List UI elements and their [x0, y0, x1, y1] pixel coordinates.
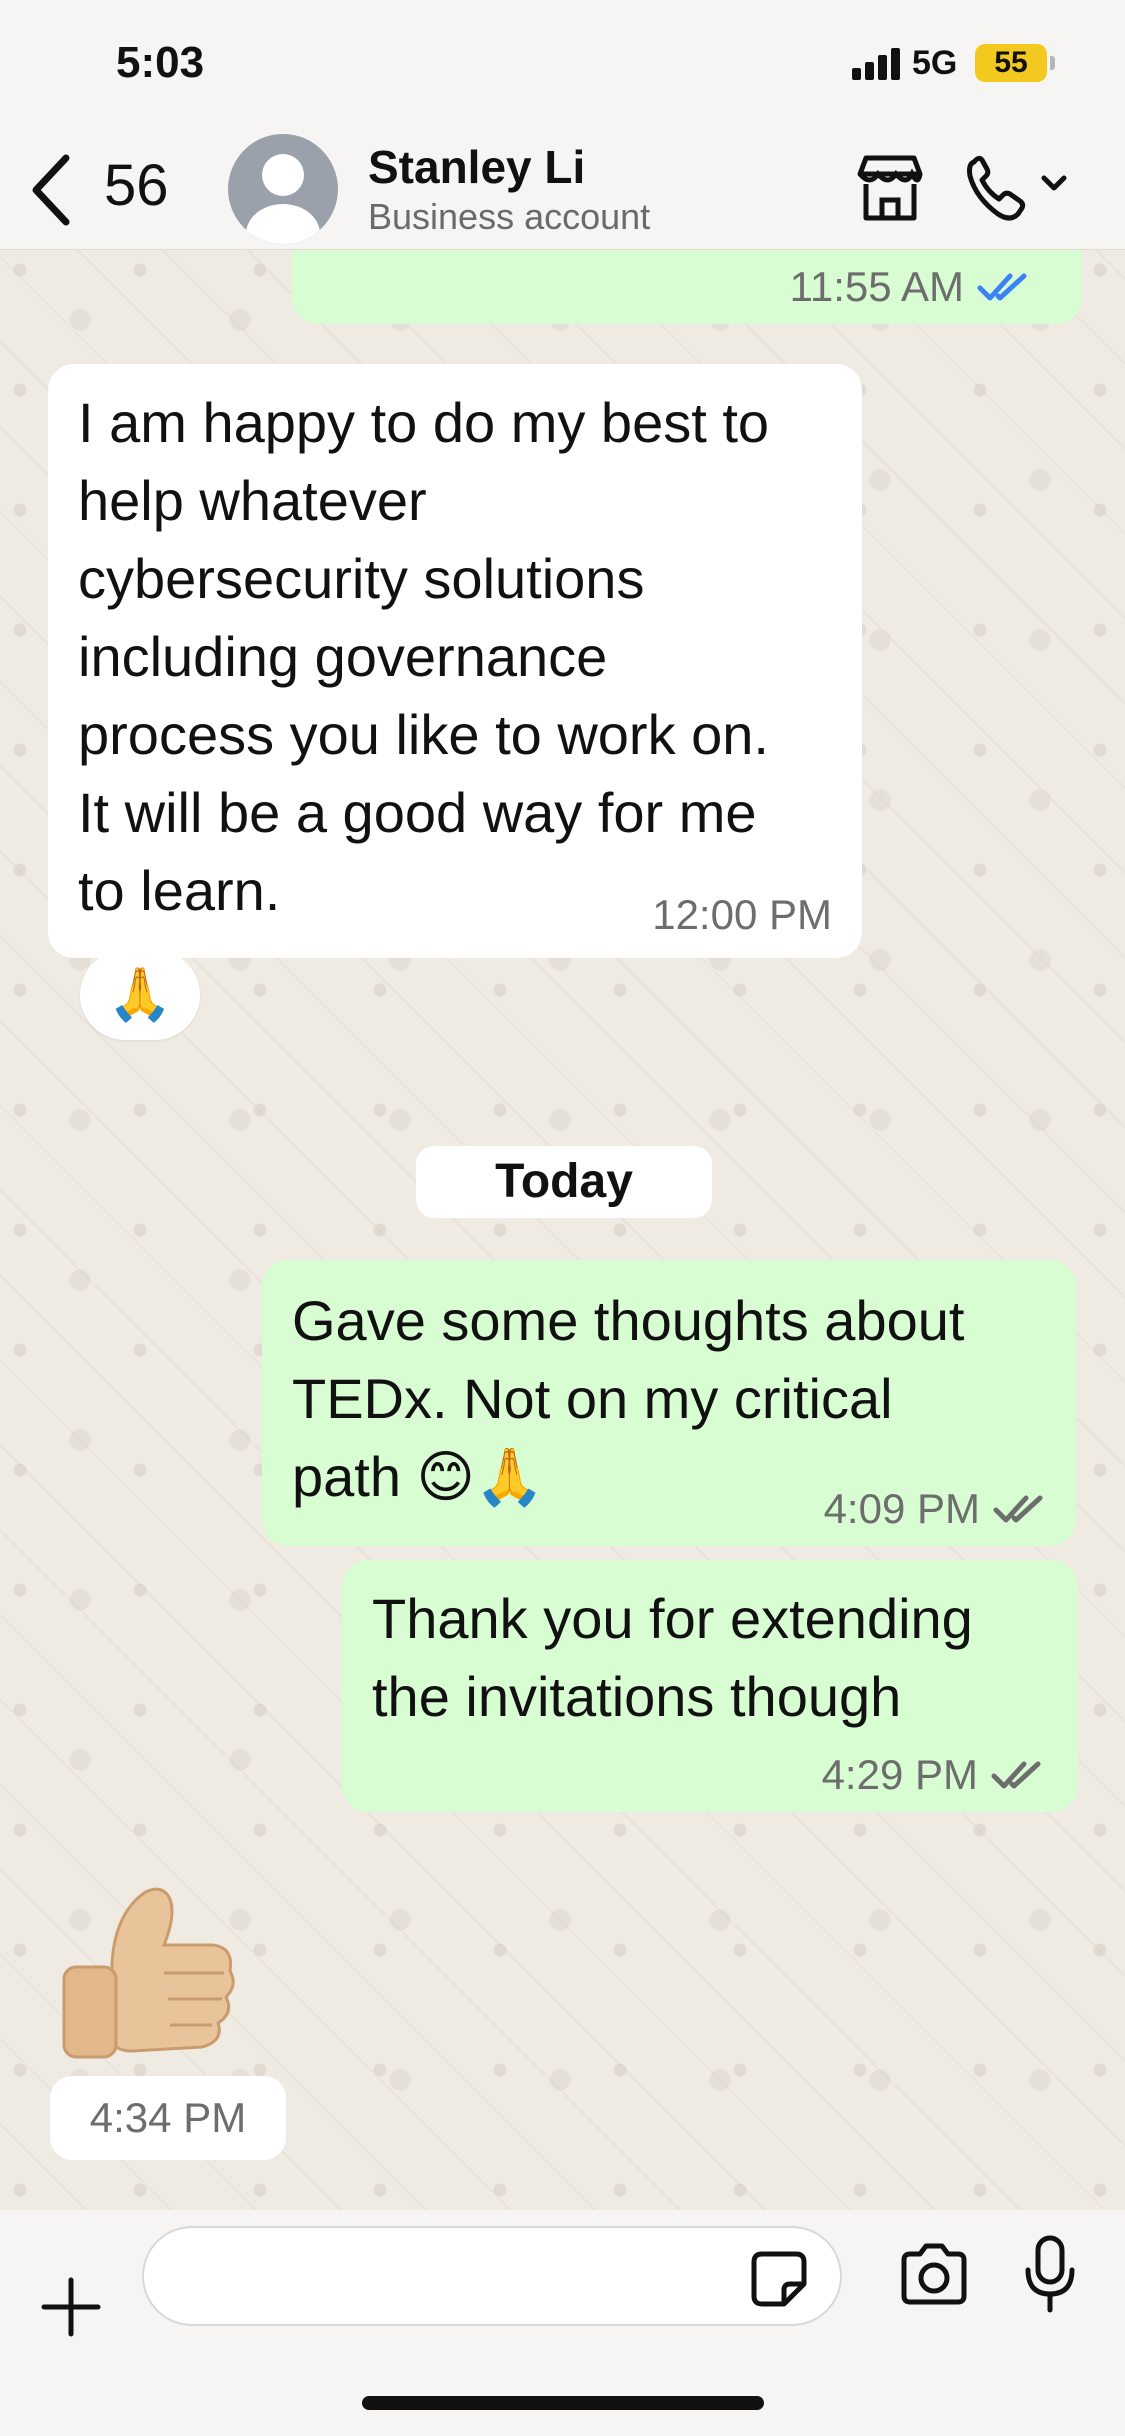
chat-header: 56 Stanley Li Business account [0, 130, 1125, 250]
microphone-icon[interactable] [1022, 2234, 1078, 2314]
battery-cap [1050, 56, 1055, 70]
message-bubble-outgoing[interactable]: Thank you for extending the invitations … [342, 1560, 1078, 1812]
read-ticks-icon [977, 273, 1027, 301]
message-text: Thank you for extending the invitations … [372, 1587, 973, 1728]
message-text: Gave some thoughts about TEDx. Not on my… [292, 1289, 965, 1508]
message-reaction[interactable]: 🙏 [80, 950, 200, 1040]
network-label: 5G [912, 44, 958, 82]
sticker-icon[interactable] [750, 2250, 808, 2308]
message-time: 4:29 PM [821, 1751, 978, 1798]
message-time: 4:34 PM [50, 2076, 286, 2160]
chevron-down-icon [1041, 175, 1067, 191]
signal-icon [852, 48, 904, 80]
message-text: I am happy to do my best to help whateve… [78, 391, 770, 922]
contact-subtitle: Business account [368, 196, 651, 237]
store-icon[interactable] [852, 152, 928, 224]
date-divider: Today [416, 1146, 712, 1218]
camera-icon[interactable] [898, 2242, 970, 2306]
message-input[interactable] [142, 2226, 842, 2326]
unread-count[interactable]: 56 [104, 152, 169, 219]
battery-icon: 55 [975, 44, 1047, 82]
plus-icon[interactable] [40, 2276, 102, 2338]
back-icon[interactable] [26, 150, 76, 230]
contact-name[interactable]: Stanley Li [368, 140, 585, 194]
message-time: 4:09 PM [823, 1485, 980, 1532]
delivered-ticks-icon [993, 1495, 1043, 1523]
home-indicator [362, 2396, 764, 2410]
message-bubble-incoming[interactable]: I am happy to do my best to help whateve… [48, 364, 862, 958]
status-bar: 5:03 5G 55 [0, 0, 1125, 130]
thumbs-up-sticker[interactable] [52, 1875, 242, 2075]
status-time: 5:03 [116, 38, 205, 87]
delivered-ticks-icon [991, 1761, 1041, 1789]
avatar[interactable] [228, 134, 338, 244]
message-time: 12:00 PM [652, 891, 832, 938]
message-bubble-outgoing[interactable]: Gave some thoughts about TEDx. Not on my… [262, 1260, 1076, 1546]
message-time: 11:55 AM [789, 263, 964, 310]
phone-icon[interactable] [962, 152, 1072, 224]
